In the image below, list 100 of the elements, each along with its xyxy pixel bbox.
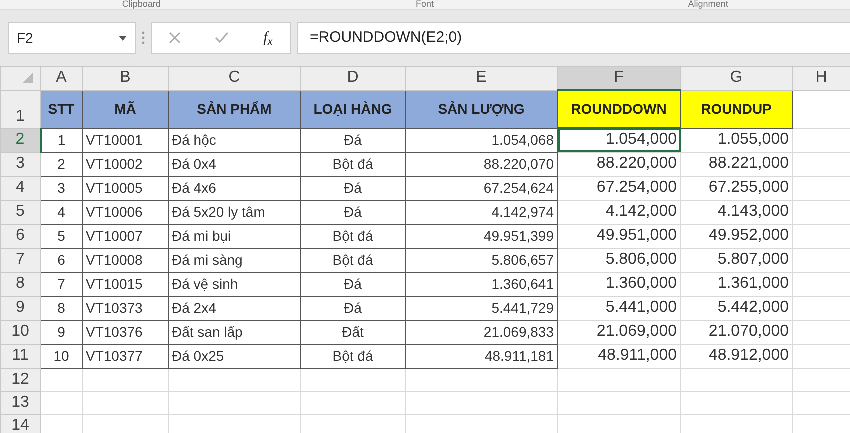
header-cell: ROUNDDOWN [558,90,680,128]
dropdown-caret-icon[interactable] [119,36,127,40]
column-header[interactable]: F [558,66,680,90]
ribbon-group-label: Alignment [687,0,730,9]
cancel-icon[interactable] [169,32,182,44]
table-cell: Đất [300,320,406,344]
column-header[interactable]: B [82,66,168,90]
table-cell: Đá [300,272,406,296]
column-header[interactable]: H [792,66,850,90]
header-cell: LOẠI HÀNG [300,90,406,128]
table-cell: 5.441,729 [406,296,558,320]
column-header[interactable]: D [300,66,406,90]
row-header[interactable]: 12 [0,368,40,391]
table-cell: 21.070,000 [680,320,792,344]
table-cell: Đá hộc [168,128,300,152]
name-box[interactable]: F2 [8,22,136,54]
table-cell: 6 [40,248,82,272]
table-cell: Đất san lấp [168,320,300,344]
select-all-icon[interactable] [22,73,32,84]
table-cell: 9 [40,320,82,344]
table-cell: 1 [40,128,82,152]
row-header[interactable]: 11 [0,344,40,368]
table-cell: 5.806,000 [558,248,680,272]
table-cell: 4.142,000 [558,200,680,224]
table-cell: 21.069,000 [558,320,680,344]
column-header[interactable]: G [680,66,792,90]
table-cell: Đá [300,128,406,152]
header-cell: SẢN PHẨM [168,90,300,128]
check-icon[interactable] [215,32,230,44]
table-cell: 2 [40,152,82,176]
table-cell: 5.806,657 [406,248,558,272]
row-header[interactable]: 5 [0,200,40,224]
table-cell: 5.442,000 [680,296,792,320]
table-cell: VT10001 [82,128,168,152]
table-cell: 21.069,833 [406,320,558,344]
row-header[interactable]: 4 [0,176,40,200]
row-header[interactable]: 14 [0,414,40,433]
table-cell: VT10007 [82,224,168,248]
table-cell: Đá mi bụi [168,224,300,248]
column-header[interactable]: E [406,66,558,90]
table-cell: Đá 2x4 [168,296,300,320]
column-header[interactable]: C [168,66,300,90]
row-header[interactable]: 7 [0,248,40,272]
table-cell: 4.142,974 [406,200,558,224]
table-cell: Đá [300,296,406,320]
table-cell: VT10006 [82,200,168,224]
header-cell: SẢN LƯỢNG [406,90,558,128]
table-cell: 49.951,399 [406,224,558,248]
table-cell: VT10373 [82,296,168,320]
table-cell: 48.911,000 [558,344,680,368]
table-cell: 3 [40,176,82,200]
header-cell: ROUNDUP [680,90,792,128]
table-cell: Đá 0x25 [168,344,300,368]
table-cell: Đá 4x6 [168,176,300,200]
more-dots-icon [142,31,145,45]
table-cell: 1.360,641 [406,272,558,296]
table-cell: 1.055,000 [680,128,792,152]
table-cell: VT10002 [82,152,168,176]
table-cell: 88.220,070 [406,152,558,176]
table-cell: 1.361,000 [680,272,792,296]
row-header[interactable]: 3 [0,152,40,176]
table-cell: Bột đá [300,224,406,248]
table-cell: 4.143,000 [680,200,792,224]
table-cell: 5.441,000 [558,296,680,320]
row-header[interactable]: 9 [0,296,40,320]
table-cell: 67.255,000 [680,176,792,200]
table-cell: Bột đá [300,152,406,176]
table-cell: VT10015 [82,272,168,296]
ribbon-group-label: Clipboard [121,0,162,9]
table-cell: Bột đá [300,248,406,272]
row-header[interactable]: 6 [0,224,40,248]
row-header[interactable]: 1 [0,90,40,128]
table-cell: 88.221,000 [680,152,792,176]
table-cell: 88.220,000 [558,152,680,176]
column-header[interactable]: A [40,66,82,90]
table-cell: Đá [300,176,406,200]
table-cell: 67.254,624 [406,176,558,200]
table-cell: 49.952,000 [680,224,792,248]
row-header[interactable]: 13 [0,391,40,414]
table-cell: 10 [40,344,82,368]
insert-function-button[interactable]: f$_{x}$ [264,26,273,50]
table-cell: 1.054,068 [406,128,558,152]
row-header[interactable]: 2 [0,128,40,152]
table-cell: Đá mi sàng [168,248,300,272]
table-cell: Đá 0x4 [168,152,300,176]
table-cell: 67.254,000 [558,176,680,200]
table-cell: Đá 5x20 ly tâm [168,200,300,224]
table-cell: 1.360,000 [558,272,680,296]
formula-field[interactable]: =ROUNDDOWN(E2;0) [297,22,850,54]
table-cell: 5 [40,224,82,248]
table-cell: 48.911,181 [406,344,558,368]
table-cell: VT10005 [82,176,168,200]
table-cell: 1.054,000 [558,128,680,152]
table-cell: Bột đá [300,344,406,368]
table-cell: VT10008 [82,248,168,272]
table-cell: Đá vệ sinh [168,272,300,296]
table-cell: VT10376 [82,320,168,344]
table-cell: Đá [300,200,406,224]
row-header[interactable]: 10 [0,320,40,344]
row-header[interactable]: 8 [0,272,40,296]
